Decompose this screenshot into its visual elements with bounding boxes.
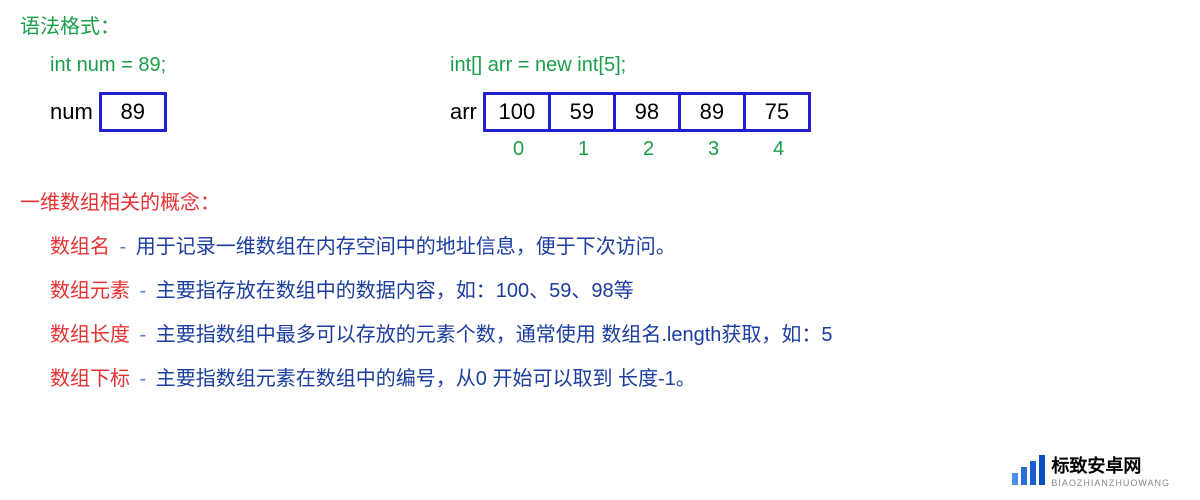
def-term: 数组名 (50, 236, 110, 258)
array-index: 4 (746, 138, 811, 161)
definition-array-index: 数组下标 - 主要指数组元素在数组中的编号，从0 开始可以取到 长度-1。 (50, 362, 1180, 391)
def-desc: 主要指数组元素在数组中的编号，从0 开始可以取到 长度-1。 (156, 368, 696, 390)
array-cell: 98 (613, 92, 681, 132)
array-cell: 59 (548, 92, 616, 132)
array-index: 3 (681, 138, 746, 161)
site-watermark: 标致安卓网 BIAOZHIANZHUOWANG (1012, 452, 1170, 488)
def-dash: - (134, 368, 152, 390)
syntax-format-title: 语法格式： (20, 10, 1180, 39)
def-term: 数组元素 (50, 280, 130, 302)
watermark-sub: BIAOZHIANZHUOWANG (1051, 478, 1170, 488)
concepts-title: 一维数组相关的概念： (20, 186, 1180, 215)
variable-visualization-row: num 89 arr 100 59 98 89 75 0 1 2 3 4 (50, 92, 1180, 161)
arr-label: arr (450, 99, 477, 125)
array-declaration: int[] arr = new int[5]; (450, 54, 850, 77)
logo-bars-icon (1012, 455, 1045, 485)
def-desc: 主要指数组中最多可以存放的元素个数，通常使用 数组名.length获取，如：5 (156, 324, 833, 346)
def-term: 数组长度 (50, 324, 130, 346)
definition-array-name: 数组名 - 用于记录一维数组在内存空间中的地址信息，便于下次访问。 (50, 230, 1180, 259)
array-cell: 100 (483, 92, 551, 132)
array-index: 0 (486, 138, 551, 161)
definition-array-element: 数组元素 - 主要指存放在数组中的数据内容，如：100、59、98等 (50, 274, 1180, 303)
array-cells: 100 59 98 89 75 (483, 92, 811, 132)
watermark-text: 标致安卓网 (1051, 456, 1141, 476)
def-term: 数组下标 (50, 368, 130, 390)
definition-array-length: 数组长度 - 主要指数组中最多可以存放的元素个数，通常使用 数组名.length… (50, 318, 1180, 347)
array-index: 2 (616, 138, 681, 161)
array-cell: 75 (743, 92, 811, 132)
int-declaration: int num = 89; (50, 54, 450, 77)
num-value-box: 89 (99, 92, 167, 132)
def-desc: 主要指存放在数组中的数据内容，如：100、59、98等 (156, 280, 634, 302)
def-desc: 用于记录一维数组在内存空间中的地址信息，便于下次访问。 (136, 236, 676, 258)
num-label: num (50, 99, 93, 125)
def-dash: - (134, 324, 152, 346)
def-dash: - (114, 236, 132, 258)
array-cell: 89 (678, 92, 746, 132)
array-indices-row: 0 1 2 3 4 (486, 138, 811, 161)
def-dash: - (134, 280, 152, 302)
code-declarations-row: int num = 89; int[] arr = new int[5]; (50, 54, 1180, 77)
array-index: 1 (551, 138, 616, 161)
